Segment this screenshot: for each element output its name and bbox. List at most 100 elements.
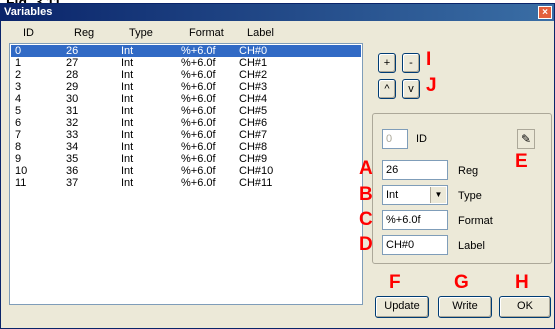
cell-id: 7 (15, 129, 22, 141)
variables-window: Variables × ID Reg Type Format Label 0 2… (0, 3, 555, 329)
cell-reg: 36 (66, 165, 79, 177)
cell-type: Int (121, 153, 134, 165)
cell-format: %+6.0f (181, 45, 216, 57)
id-field: 0 (382, 129, 408, 149)
cell-format: %+6.0f (181, 177, 216, 189)
cell-format: %+6.0f (181, 105, 216, 117)
type-select-value: Int (386, 189, 399, 201)
cell-type: Int (121, 177, 134, 189)
cell-reg: 32 (66, 117, 79, 129)
close-button[interactable]: × (538, 6, 552, 19)
cell-id: 5 (15, 105, 22, 117)
list-item[interactable]: 5 31 Int %+6.0f CH#5 (11, 105, 361, 117)
cell-label: CH#10 (239, 165, 274, 177)
cell-id: 3 (15, 81, 22, 93)
cell-format: %+6.0f (181, 69, 216, 81)
move-up-button[interactable]: ^ (378, 79, 396, 99)
cell-type: Int (121, 165, 134, 177)
cell-format: %+6.0f (181, 141, 216, 153)
cell-label: CH#8 (239, 141, 268, 153)
cell-id: 0 (15, 45, 22, 57)
cell-format: %+6.0f (181, 57, 216, 69)
marker-f: F (389, 272, 401, 293)
header-type: Type (129, 27, 153, 39)
cell-id: 6 (15, 117, 22, 129)
cell-id: 9 (15, 153, 22, 165)
marker-d: D (359, 234, 373, 255)
update-button[interactable]: Update (375, 296, 429, 318)
cell-id: 1 (15, 57, 22, 69)
list-item[interactable]: 8 34 Int %+6.0f CH#8 (11, 141, 361, 153)
list-item[interactable]: 7 33 Int %+6.0f CH#7 (11, 129, 361, 141)
list-item[interactable]: 3 29 Int %+6.0f CH#3 (11, 81, 361, 93)
cell-label: CH#9 (239, 153, 268, 165)
cell-label: CH#7 (239, 129, 268, 141)
remove-button[interactable]: - (402, 53, 420, 73)
cell-reg: 37 (66, 177, 79, 189)
type-label: Type (458, 190, 482, 202)
list-item[interactable]: 6 32 Int %+6.0f CH#6 (11, 117, 361, 129)
marker-a: A (359, 158, 373, 179)
cell-format: %+6.0f (181, 81, 216, 93)
cell-reg: 31 (66, 105, 79, 117)
list-item[interactable]: 4 30 Int %+6.0f CH#4 (11, 93, 361, 105)
cell-label: CH#1 (239, 57, 268, 69)
type-select[interactable]: Int ▼ (382, 185, 448, 205)
cell-id: 4 (15, 93, 22, 105)
chevron-down-icon[interactable]: ▼ (430, 187, 446, 203)
cell-reg: 33 (66, 129, 79, 141)
list-item[interactable]: 9 35 Int %+6.0f CH#9 (11, 153, 361, 165)
edit-button[interactable]: ✎ (517, 129, 535, 149)
variables-list[interactable]: 0 26 Int %+6.0f CH#0 1 27 Int %+6.0f CH#… (9, 43, 363, 305)
cell-format: %+6.0f (181, 117, 216, 129)
cell-type: Int (121, 45, 134, 57)
label-label: Label (458, 240, 485, 252)
list-item[interactable]: 11 37 Int %+6.0f CH#11 (11, 177, 361, 189)
cell-format: %+6.0f (181, 93, 216, 105)
cell-type: Int (121, 129, 134, 141)
cell-type: Int (121, 57, 134, 69)
marker-e: E (515, 151, 528, 172)
cell-type: Int (121, 105, 134, 117)
cell-label: CH#0 (239, 45, 268, 57)
cell-format: %+6.0f (181, 129, 216, 141)
add-button[interactable]: + (378, 53, 396, 73)
cell-reg: 26 (66, 45, 79, 57)
move-down-button[interactable]: v (402, 79, 420, 99)
window-title: Variables (4, 6, 53, 18)
cell-reg: 34 (66, 141, 79, 153)
cell-label: CH#2 (239, 69, 268, 81)
cell-label: CH#5 (239, 105, 268, 117)
write-button[interactable]: Write (438, 296, 492, 318)
reg-field[interactable]: 26 (382, 160, 448, 180)
marker-b: B (359, 184, 373, 205)
cell-id: 8 (15, 141, 22, 153)
reg-label: Reg (458, 165, 479, 177)
cell-type: Int (121, 69, 134, 81)
list-item[interactable]: 0 26 Int %+6.0f CH#0 (11, 45, 361, 57)
cell-type: Int (121, 93, 134, 105)
cell-type: Int (121, 141, 134, 153)
cell-label: CH#6 (239, 117, 268, 129)
header-id: ID (23, 27, 34, 39)
cell-reg: 29 (66, 81, 79, 93)
cell-type: Int (121, 117, 134, 129)
cell-id: 10 (15, 165, 28, 177)
list-item[interactable]: 1 27 Int %+6.0f CH#1 (11, 57, 361, 69)
cell-format: %+6.0f (181, 153, 216, 165)
list-item[interactable]: 10 36 Int %+6.0f CH#10 (11, 165, 361, 177)
close-icon: × (542, 7, 548, 18)
cell-id: 11 (15, 177, 27, 189)
cell-type: Int (121, 81, 134, 93)
header-label: Label (247, 27, 274, 39)
title-bar: Variables × (1, 4, 554, 21)
pencil-icon: ✎ (520, 132, 532, 146)
marker-j: J (426, 75, 437, 96)
cell-label: CH#3 (239, 81, 268, 93)
marker-g: G (454, 272, 469, 293)
format-field[interactable]: %+6.0f (382, 210, 448, 230)
ok-button[interactable]: OK (499, 296, 551, 318)
list-item[interactable]: 2 28 Int %+6.0f CH#2 (11, 69, 361, 81)
label-field[interactable]: CH#0 (382, 235, 448, 255)
list-header: ID Reg Type Format Label (9, 24, 363, 42)
